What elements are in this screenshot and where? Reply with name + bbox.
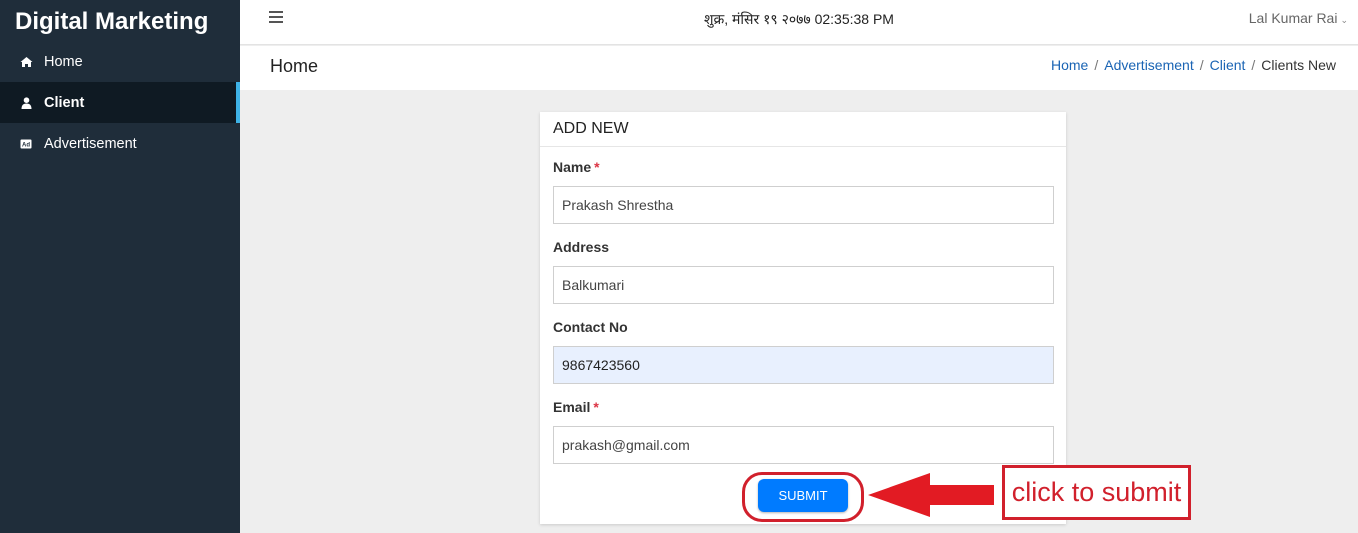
sidebar-item-label: Advertisement bbox=[44, 135, 137, 152]
address-field[interactable] bbox=[553, 266, 1054, 304]
breadcrumb-client[interactable]: Client bbox=[1210, 57, 1246, 73]
divider bbox=[540, 146, 1066, 147]
datetime-display: शुक्र, मंसिर १९ २०७७ 02:35:38 PM bbox=[704, 11, 894, 27]
submit-button[interactable]: SUBMIT bbox=[758, 479, 848, 512]
svg-text:Ad: Ad bbox=[22, 142, 30, 148]
contact-field[interactable] bbox=[553, 346, 1054, 384]
sidebar-item-label: Client bbox=[44, 94, 85, 111]
address-label: Address bbox=[553, 239, 610, 255]
card-title: ADD NEW bbox=[553, 120, 629, 137]
page-header: Home Home / Advertisement / Client / Clients N… bbox=[240, 46, 1358, 90]
home-icon bbox=[19, 55, 33, 69]
user-menu[interactable]: Lal Kumar Rai ⌄ bbox=[1249, 10, 1348, 26]
sidebar-item-home[interactable]: Home bbox=[0, 41, 240, 82]
user-name: Lal Kumar Rai bbox=[1248, 10, 1338, 26]
email-label: Email * bbox=[553, 399, 599, 415]
add-client-card: ADD NEW Name* Address Contact No Email* bbox=[540, 112, 1066, 524]
page-title: Home bbox=[270, 56, 319, 76]
annotation-callout: click to submit bbox=[1002, 465, 1191, 520]
sidebar-item-advertisement[interactable]: Ad Advertisement bbox=[0, 123, 240, 164]
user-icon bbox=[19, 96, 33, 110]
chevron-down-icon: ⌄ bbox=[1340, 15, 1348, 25]
required-mark: * bbox=[593, 399, 599, 415]
sidebar-item-client[interactable]: Client bbox=[0, 82, 240, 123]
breadcrumb: Home / Advertisement / Client / Clients New bbox=[1050, 57, 1336, 73]
brand-title: Digital Marketing bbox=[15, 8, 209, 35]
sidebar: Digital Marketing Home Client Ad Adverti… bbox=[0, 0, 240, 533]
email-field[interactable] bbox=[553, 426, 1054, 464]
name-label: Name * bbox=[553, 159, 600, 175]
contact-label: Contact No bbox=[553, 319, 628, 335]
required-mark: * bbox=[594, 159, 600, 175]
breadcrumb-home[interactable]: Home bbox=[1051, 57, 1088, 73]
ad-icon: Ad bbox=[19, 137, 33, 151]
breadcrumb-advertisement[interactable]: Advertisement bbox=[1104, 57, 1193, 73]
breadcrumb-current: Clients New bbox=[1261, 57, 1336, 73]
name-field[interactable] bbox=[553, 186, 1054, 224]
sidebar-item-label: Home bbox=[44, 53, 83, 70]
arrow-left-icon bbox=[868, 473, 994, 517]
top-bar: शुक्र, मंसिर १९ २०७७ 02:35:38 PM Lal Kum… bbox=[240, 0, 1358, 45]
